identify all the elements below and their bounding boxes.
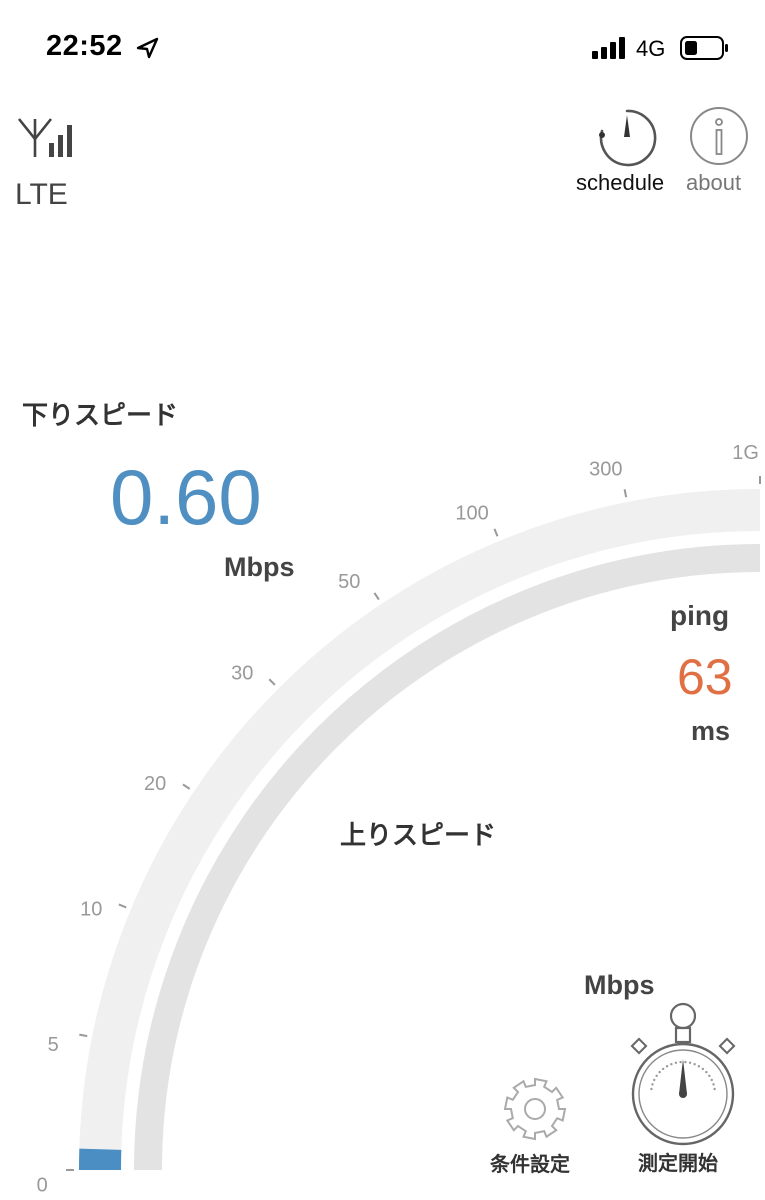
download-label: 下りスピード xyxy=(22,401,179,431)
schedule-button[interactable]: schedule xyxy=(570,100,682,200)
gauge-tick-label: 30 xyxy=(231,663,253,685)
ping-unit: ms xyxy=(691,716,731,746)
gauge-tick-mark xyxy=(79,1033,88,1038)
gauge-tick-mark xyxy=(373,592,380,601)
antenna-signal-icon xyxy=(17,118,72,157)
start-measurement-button[interactable]: 測定開始 xyxy=(620,995,750,1180)
gauge-tick-label: 20 xyxy=(144,773,166,795)
gauge-tick-mark xyxy=(182,783,191,790)
connection-type-label: LTE xyxy=(15,178,68,211)
info-icon xyxy=(690,107,748,165)
ping-value: 63 xyxy=(677,649,733,705)
ping-label: ping xyxy=(670,600,730,631)
gauge-tick-label: 10 xyxy=(80,899,102,921)
settings-label: 条件設定 xyxy=(490,1152,570,1176)
cellular-signal-icon xyxy=(592,37,625,59)
upload-label: 上りスピード xyxy=(340,821,497,851)
gauge-tick-mark xyxy=(623,489,628,498)
settings-button[interactable]: 条件設定 xyxy=(486,1070,586,1180)
gauge-tick-label: 5 xyxy=(48,1034,59,1056)
status-bar: 22:52 4G xyxy=(0,0,765,100)
download-unit: Mbps xyxy=(224,552,295,582)
gauge-tick-label: 0 xyxy=(37,1174,48,1196)
gauge-tick-label: 50 xyxy=(338,571,360,593)
gauge-tick-label: 100 xyxy=(455,502,488,524)
about-button[interactable]: about xyxy=(684,100,754,200)
gear-icon xyxy=(503,1077,567,1141)
start-measurement-label: 測定開始 xyxy=(638,1151,718,1175)
gauge-tick-mark xyxy=(493,528,499,537)
schedule-label: schedule xyxy=(576,170,665,195)
stopwatch-icon xyxy=(630,1002,736,1146)
status-time: 22:52 xyxy=(46,30,123,62)
gauge-tick-mark xyxy=(118,903,127,909)
gauge-tick-label: 1G xyxy=(732,442,759,464)
gauge-tick-label: 300 xyxy=(589,459,622,481)
gauge-tick-mark xyxy=(268,678,276,686)
location-arrow-icon xyxy=(136,37,159,59)
download-value: 0.60 xyxy=(110,453,262,541)
about-label: about xyxy=(686,170,742,195)
schedule-icon xyxy=(599,109,657,167)
network-type: 4G xyxy=(636,36,666,61)
battery-icon xyxy=(680,36,728,60)
